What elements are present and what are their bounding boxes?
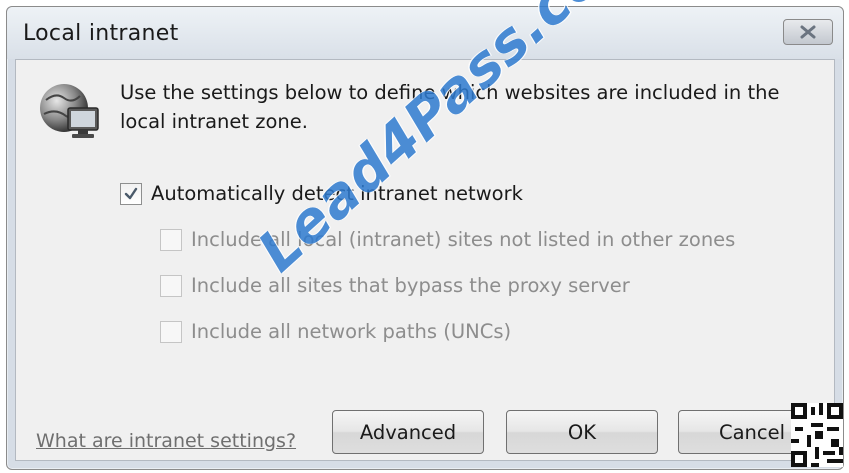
intranet-settings-help-link[interactable]: What are intranet settings?	[36, 430, 296, 452]
bypass-proxy-checkbox[interactable]	[160, 274, 182, 297]
ok-button[interactable]: OK	[506, 410, 658, 454]
bypass-proxy-label: Include all sites that bypass the proxy …	[191, 274, 630, 297]
network-paths-label: Include all network paths (UNCs)	[191, 320, 512, 343]
window-title: Local intranet	[23, 21, 179, 46]
advanced-button[interactable]: Advanced	[332, 410, 484, 454]
option-local-sites[interactable]: Include all local (intranet) sites not l…	[160, 228, 735, 251]
option-bypass-proxy[interactable]: Include all sites that bypass the proxy …	[160, 274, 630, 297]
checkmark-icon	[124, 187, 138, 199]
close-button[interactable]	[783, 19, 833, 45]
intranet-globe-icon	[40, 84, 99, 138]
option-network-paths[interactable]: Include all network paths (UNCs)	[160, 320, 511, 343]
local-sites-checkbox[interactable]	[160, 228, 182, 251]
network-paths-checkbox[interactable]	[160, 320, 182, 343]
qr-code-image	[791, 403, 843, 467]
close-icon	[800, 25, 816, 39]
title-bar: Local intranet	[7, 7, 843, 59]
auto-detect-checkbox[interactable]	[120, 182, 142, 205]
